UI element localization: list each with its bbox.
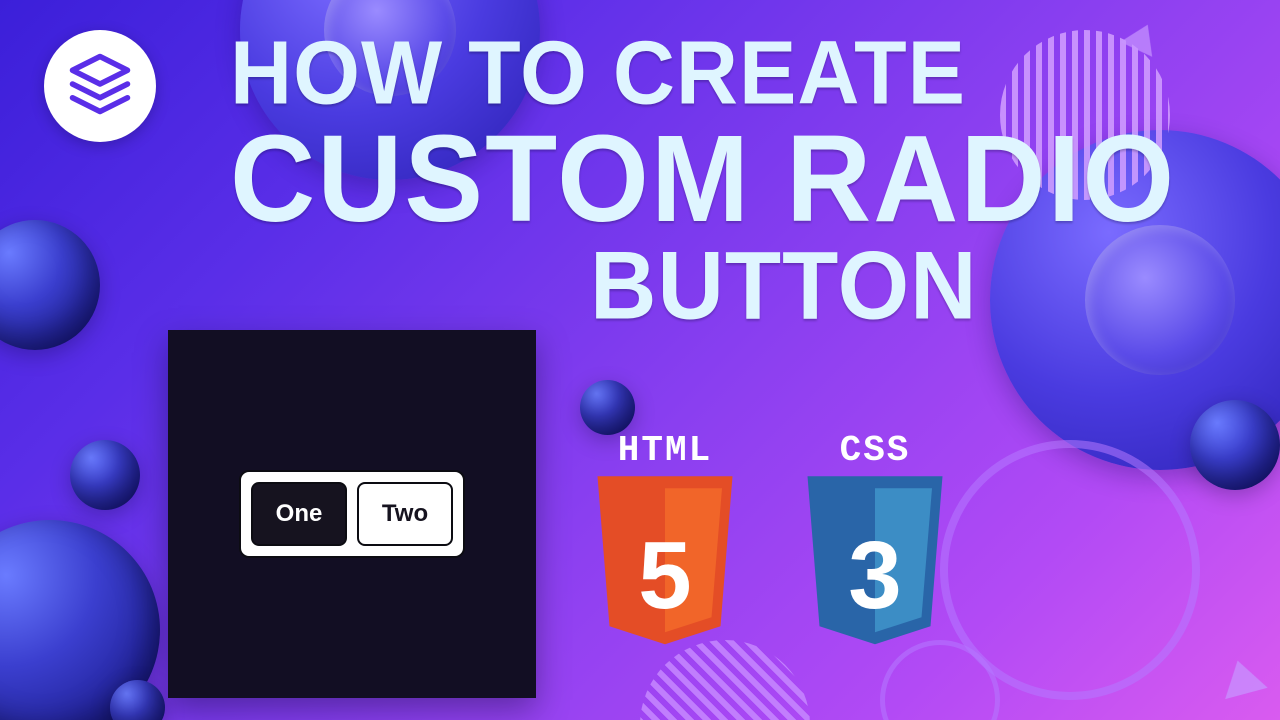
deco-striped-circle [640, 640, 810, 720]
html5-badge: HTML 5 [590, 430, 740, 650]
radio-option-two[interactable]: Two [357, 482, 453, 546]
stack-layers-icon [67, 51, 133, 122]
demo-card: One Two [168, 330, 536, 698]
deco-sphere [580, 380, 635, 435]
deco-triangle [1216, 655, 1267, 699]
logo-badge [44, 30, 156, 142]
deco-sphere [70, 440, 140, 510]
headline-line-2: CUSTOM RADIO [230, 117, 1240, 241]
css3-badge: CSS 3 [800, 430, 950, 650]
headline-line-3: BUTTON [590, 238, 1240, 335]
html5-shield-icon: 5 [590, 475, 740, 650]
deco-sphere [110, 680, 165, 720]
html-version: 5 [590, 521, 740, 631]
headline-line-1: HOW TO CREATE [230, 28, 1240, 118]
css-label: CSS [840, 430, 911, 471]
css-version: 3 [800, 521, 950, 631]
radio-option-one[interactable]: One [251, 482, 347, 546]
deco-sphere [0, 220, 100, 350]
radio-group: One Two [239, 470, 465, 558]
tech-badges: HTML 5 CSS 3 [590, 430, 950, 650]
html-label: HTML [618, 430, 712, 471]
css3-shield-icon: 3 [800, 475, 950, 650]
deco-sphere [1190, 400, 1280, 490]
headline-block: HOW TO CREATE CUSTOM RADIO BUTTON [230, 30, 1240, 332]
